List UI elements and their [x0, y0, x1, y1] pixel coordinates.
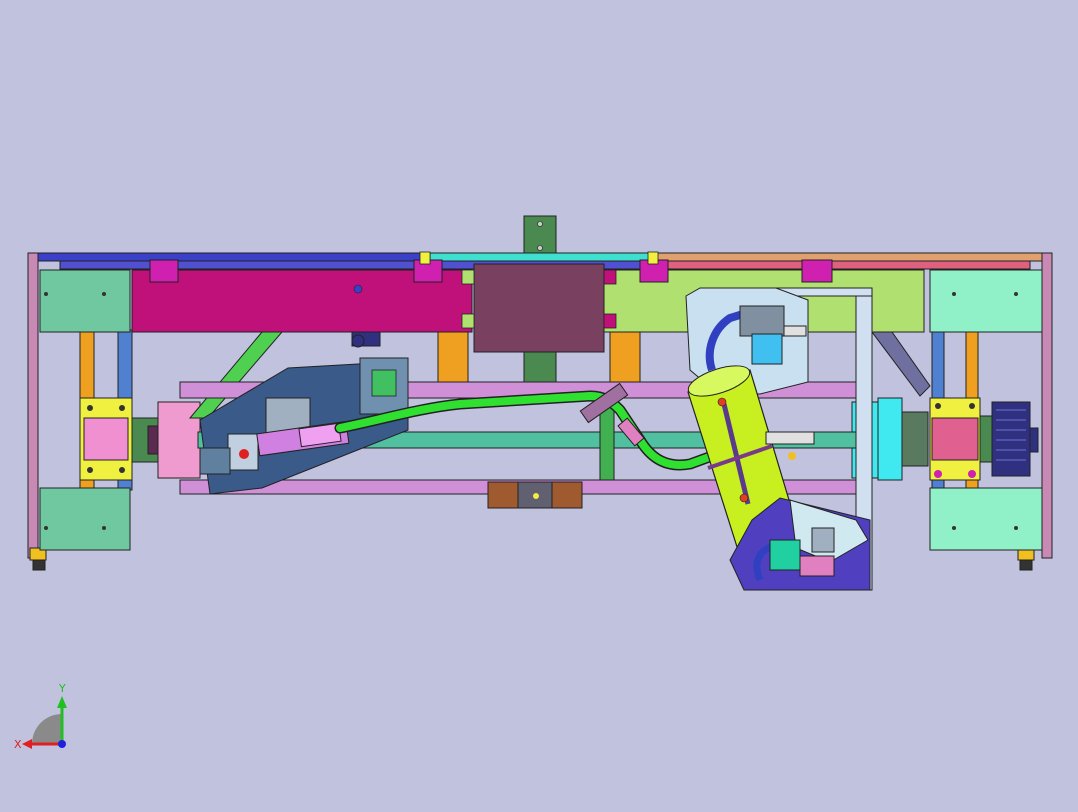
cad-viewport[interactable]: Y X	[0, 0, 1078, 808]
triad-quadrant	[32, 714, 62, 744]
y-axis-label: Y	[58, 682, 66, 695]
x-axis-label: X	[14, 738, 22, 751]
bottom-center-block	[487, 481, 583, 509]
top-center-mount	[523, 215, 557, 257]
center-plate	[461, 263, 617, 385]
axis-triad: Y X	[14, 682, 67, 751]
x-axis-arrowhead	[22, 739, 32, 749]
y-axis-arrowhead	[57, 696, 67, 708]
small-mount-left	[351, 331, 381, 348]
fixture-assembly-drawing	[27, 215, 1053, 591]
z-axis-dot	[58, 740, 66, 748]
